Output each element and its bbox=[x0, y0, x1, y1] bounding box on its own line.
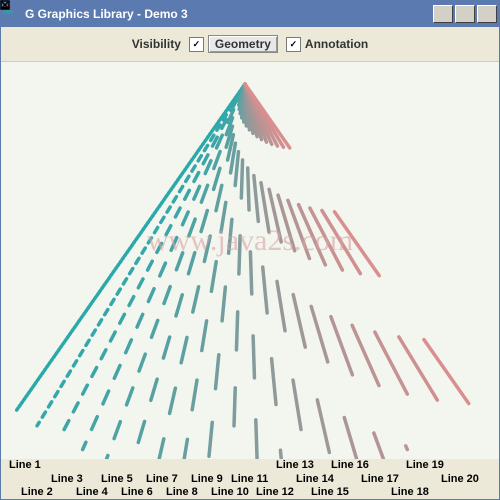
window-title: G Graphics Library - Demo 3 bbox=[25, 7, 433, 21]
fan-line bbox=[245, 84, 407, 450]
line-label: Line 11 bbox=[231, 473, 268, 485]
annotation-bar: Line 1Line 2Line 3Line 4Line 5Line 6Line… bbox=[1, 459, 499, 499]
line-label: Line 1 bbox=[9, 459, 41, 471]
fan-line bbox=[245, 84, 258, 459]
fan-line bbox=[245, 84, 334, 459]
application-window: G Graphics Library - Demo 3 Visibility ✓… bbox=[0, 0, 500, 500]
line-label: Line 8 bbox=[166, 486, 198, 498]
line-label: Line 15 bbox=[311, 486, 349, 498]
canvas-area: www.java2s.com bbox=[1, 62, 499, 459]
geometry-button[interactable]: Geometry bbox=[208, 35, 278, 53]
titlebar: G Graphics Library - Demo 3 bbox=[1, 1, 499, 27]
line-label: Line 5 bbox=[101, 473, 133, 485]
fan-line bbox=[245, 84, 474, 412]
line-label: Line 16 bbox=[331, 459, 369, 471]
fan-line bbox=[37, 84, 245, 426]
minimize-button[interactable] bbox=[433, 5, 453, 23]
fan-line bbox=[245, 84, 384, 459]
fan-line bbox=[232, 84, 245, 459]
fan-line bbox=[156, 84, 245, 459]
line-label: Line 6 bbox=[121, 486, 153, 498]
line-label: Line 13 bbox=[276, 459, 314, 471]
line-label: Line 19 bbox=[406, 459, 444, 471]
line-label: Line 9 bbox=[191, 473, 223, 485]
close-button[interactable] bbox=[477, 5, 497, 23]
fan-line bbox=[83, 84, 245, 450]
line-label: Line 12 bbox=[256, 486, 294, 498]
line-label: Line 4 bbox=[76, 486, 108, 498]
annotation-checkbox[interactable]: ✓ Annotation bbox=[286, 37, 368, 52]
fan-line bbox=[16, 84, 245, 412]
line-label: Line 7 bbox=[146, 473, 178, 485]
checkmark-icon: ✓ bbox=[286, 37, 301, 52]
fan-line bbox=[106, 84, 245, 459]
line-label: Line 14 bbox=[296, 473, 334, 485]
checkmark-icon: ✓ bbox=[189, 37, 204, 52]
annotation-label: Annotation bbox=[305, 37, 368, 51]
fan-line bbox=[245, 84, 453, 426]
toolbar: Visibility ✓ Geometry ✓ Annotation bbox=[1, 27, 499, 62]
line-label: Line 2 bbox=[21, 486, 53, 498]
line-label: Line 18 bbox=[391, 486, 429, 498]
maximize-button[interactable] bbox=[455, 5, 475, 23]
fan-graphic bbox=[1, 62, 499, 459]
line-label: Line 3 bbox=[51, 473, 83, 485]
line-label: Line 10 bbox=[211, 486, 249, 498]
line-label: Line 17 bbox=[361, 473, 399, 485]
geometry-checkbox[interactable]: ✓ Geometry bbox=[189, 35, 278, 53]
visibility-label: Visibility bbox=[132, 37, 181, 51]
line-label: Line 20 bbox=[441, 473, 479, 485]
window-controls bbox=[433, 5, 497, 23]
